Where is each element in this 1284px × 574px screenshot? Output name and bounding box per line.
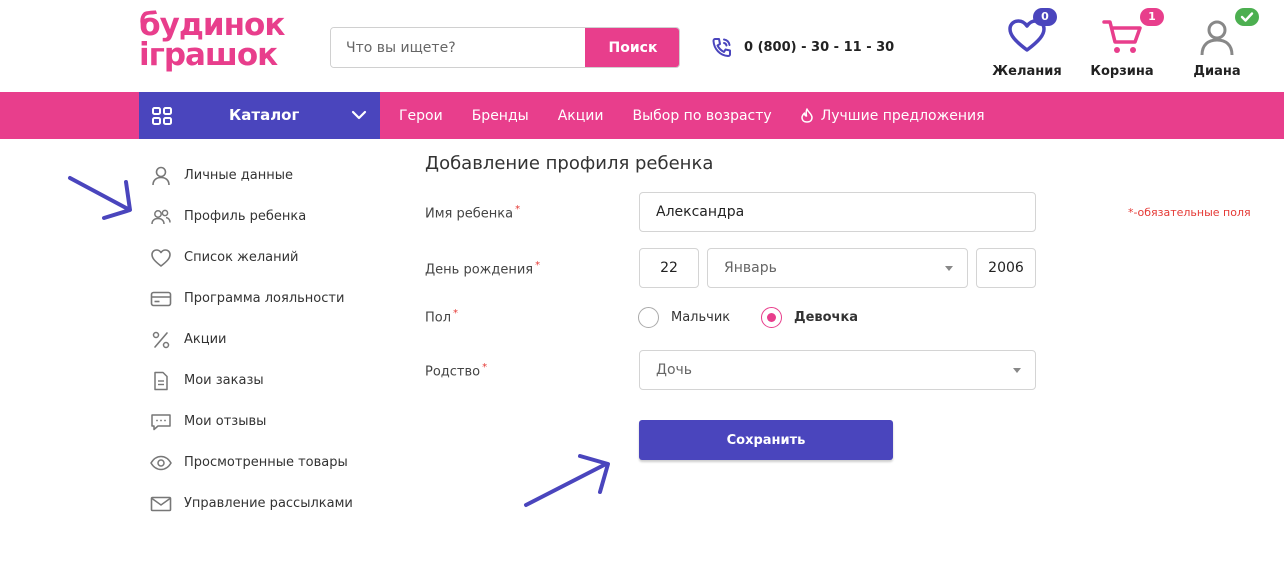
nav-item-brands[interactable]: Бренды: [472, 108, 529, 124]
nav-links: Герои Бренды Акции Выбор по возрасту Луч…: [380, 92, 995, 139]
sidebar-item-label: Личные данные: [184, 168, 294, 183]
annotation-arrow-right: [524, 454, 610, 507]
child-name-value: Александра: [656, 204, 745, 220]
wishlist-count-badge: 0: [1033, 8, 1057, 26]
heart-icon: [151, 248, 171, 267]
header: будинок іграшок Поиск 0 (800) - 30 - 11 …: [0, 0, 1284, 92]
nav-item-best-offers[interactable]: Лучшие предложения: [800, 107, 985, 124]
sidebar-item-label: Управление рассылками: [184, 496, 353, 511]
gender-label: Пол *: [425, 308, 458, 325]
catalog-menu-button[interactable]: Каталог: [139, 92, 380, 139]
gender-girl-label: Девочка: [794, 310, 859, 325]
search-input[interactable]: [331, 28, 586, 67]
cart-count-badge: 1: [1140, 8, 1164, 26]
gender-label-text: Пол: [425, 310, 452, 326]
user-icon: [152, 166, 170, 185]
account-sidebar: Личные данные Профиль ребенка Список жел…: [150, 155, 390, 524]
nav-item-sales[interactable]: Акции: [558, 108, 604, 124]
required-mark: *: [535, 260, 541, 271]
sidebar-item-label: Мои заказы: [184, 373, 264, 388]
grid-icon: [152, 107, 172, 125]
sidebar-item-reviews[interactable]: Мои отзывы: [150, 401, 390, 442]
child-name-label: Имя ребенка *: [425, 204, 520, 221]
logged-in-check-badge: [1235, 8, 1259, 26]
logo[interactable]: будинок іграшок: [139, 10, 299, 76]
cart-label: Корзина: [1090, 64, 1154, 79]
birth-day-field[interactable]: 22: [639, 248, 699, 288]
child-name-field[interactable]: Александра: [639, 192, 1036, 232]
relation-select[interactable]: Дочь: [639, 350, 1036, 390]
catalog-label: Каталог: [229, 106, 300, 124]
sidebar-item-label: Список желаний: [184, 250, 299, 265]
child-name-label-text: Имя ребенка: [425, 206, 514, 222]
check-icon: [1240, 12, 1254, 22]
phone-icon: [712, 38, 731, 57]
card-icon: [150, 291, 172, 306]
relation-label: Родство *: [425, 362, 487, 379]
dropdown-caret-icon: [1013, 368, 1021, 373]
birth-month-select[interactable]: Январь: [707, 248, 968, 288]
nav-item-heroes[interactable]: Герои: [399, 108, 443, 124]
relation-value: Дочь: [656, 362, 693, 378]
page-title: Добавление профиля ребенка: [425, 153, 714, 174]
gender-radio-boy[interactable]: Мальчик: [638, 307, 730, 328]
flame-icon: [800, 108, 813, 123]
sidebar-item-loyalty[interactable]: Программа лояльности: [150, 278, 390, 319]
chevron-down-icon: [351, 110, 367, 120]
required-mark: *: [515, 204, 521, 215]
annotation-arrow-left: [68, 176, 132, 220]
sidebar-item-personal-data[interactable]: Личные данные: [150, 155, 390, 196]
sidebar-item-label: Акции: [184, 332, 227, 347]
birthday-label: День рождения *: [425, 260, 540, 277]
phone-contact[interactable]: 0 (800) - 30 - 11 - 30: [710, 36, 894, 58]
sidebar-item-newsletters[interactable]: Управление рассылками: [150, 483, 390, 524]
wishlist-label: Желания: [992, 64, 1062, 79]
sidebar-item-promotions[interactable]: Акции: [150, 319, 390, 360]
sidebar-item-orders[interactable]: Мои заказы: [150, 360, 390, 401]
mail-icon: [150, 496, 172, 511]
sidebar-item-label: Программа лояльности: [184, 291, 345, 306]
sidebar-item-label: Просмотренные товары: [184, 455, 348, 470]
cart-icon: [1102, 20, 1142, 53]
logo-line-1: будинок: [139, 7, 285, 43]
sidebar-item-child-profile[interactable]: Профиль ребенка: [150, 196, 390, 237]
radio-circle-girl-selected[interactable]: [761, 307, 782, 328]
document-icon: [154, 371, 168, 390]
sidebar-item-label: Профиль ребенка: [184, 209, 307, 224]
dropdown-caret-icon: [945, 266, 953, 271]
birth-day-value: 22: [660, 260, 678, 276]
phone-number: 0 (800) - 30 - 11 - 30: [744, 39, 895, 55]
user-avatar-icon: [1200, 20, 1234, 56]
birth-year-field[interactable]: 2006: [976, 248, 1036, 288]
main-nav: Каталог Герои Бренды Акции Выбор по возр…: [0, 92, 1284, 139]
sidebar-item-viewed[interactable]: Просмотренные товары: [150, 442, 390, 483]
required-fields-note: *-обязательные поля: [1128, 206, 1251, 219]
eye-icon: [150, 455, 172, 470]
gender-radio-girl[interactable]: Девочка: [761, 307, 858, 328]
search-button[interactable]: Поиск: [585, 28, 679, 67]
relation-label-text: Родство: [425, 364, 481, 380]
birthday-label-text: День рождения: [425, 262, 534, 278]
percent-icon: [152, 331, 170, 348]
required-mark: *: [482, 362, 488, 373]
nav-item-by-age[interactable]: Выбор по возрасту: [632, 108, 771, 124]
users-icon: [151, 209, 171, 224]
required-mark: *: [453, 308, 459, 319]
sidebar-item-wishlist[interactable]: Список желаний: [150, 237, 390, 278]
sidebar-item-label: Мои отзывы: [184, 414, 267, 429]
save-button[interactable]: Сохранить: [639, 420, 893, 460]
logo-line-2: іграшок: [139, 37, 278, 73]
chat-icon: [151, 413, 171, 430]
gender-boy-label: Мальчик: [671, 310, 731, 325]
radio-circle-boy[interactable]: [638, 307, 659, 328]
nav-item-best-offers-label: Лучшие предложения: [820, 107, 985, 124]
birth-year-value: 2006: [988, 260, 1024, 276]
search-bar: Поиск: [330, 27, 680, 68]
user-name-label: Диана: [1193, 64, 1241, 79]
birth-month-value: Январь: [724, 260, 777, 276]
